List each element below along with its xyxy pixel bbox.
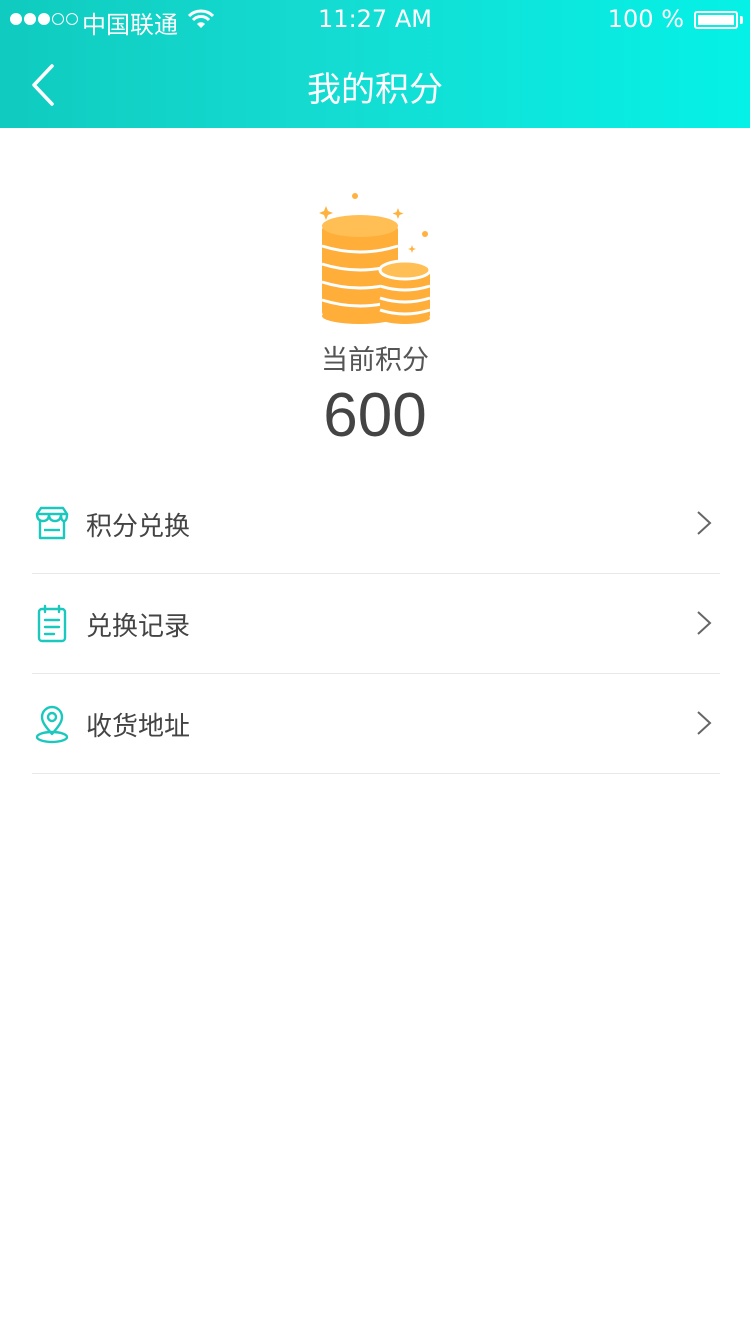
- battery-tip: [740, 16, 743, 24]
- menu-list: 积分兑换 兑换记录 收货地址: [32, 474, 720, 774]
- menu-item-exchange-records[interactable]: 兑换记录: [32, 574, 720, 674]
- clipboard-icon: [37, 604, 67, 643]
- location-pin-icon: [35, 705, 69, 744]
- chevron-right-icon: [697, 611, 712, 635]
- status-bar: 中国联通 11:27 AM 100 %: [0, 0, 750, 40]
- store-icon: [35, 506, 69, 540]
- battery-percentage: 100 %: [607, 5, 684, 33]
- current-points-label: 当前积分: [321, 345, 429, 376]
- coins-icon: [319, 193, 432, 324]
- menu-item-label: 收货地址: [86, 712, 191, 742]
- header: 中国联通 11:27 AM 100 % 我的积分: [0, 0, 750, 128]
- menu-item-label: 积分兑换: [86, 512, 191, 542]
- menu-item-shipping-address[interactable]: 收货地址: [32, 674, 720, 774]
- chevron-right-icon: [697, 711, 712, 735]
- page-title: 我的积分: [307, 70, 443, 110]
- current-points-value: 600: [323, 381, 427, 450]
- battery-icon: [694, 11, 738, 29]
- menu-item-label: 兑换记录: [86, 612, 191, 642]
- chevron-right-icon: [697, 511, 712, 535]
- menu-item-points-exchange[interactable]: 积分兑换: [32, 474, 720, 574]
